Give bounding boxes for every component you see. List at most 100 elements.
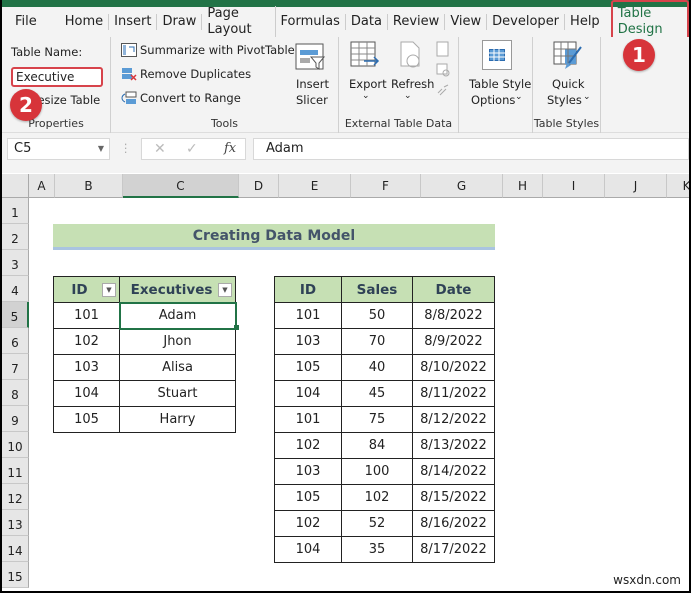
quick-styles-label-2[interactable]: Styles <box>547 93 582 107</box>
tab-help[interactable]: Help <box>565 14 605 30</box>
cell-executive[interactable]: Jhon <box>119 328 236 355</box>
header-id[interactable]: ID ▼ <box>53 276 120 303</box>
cell-id[interactable]: 101 <box>53 302 120 329</box>
tab-home[interactable]: Home <box>60 14 110 30</box>
cell-sales[interactable]: 50 <box>341 302 413 329</box>
table-name-input[interactable]: Executive <box>11 67 103 87</box>
refresh-button[interactable]: Refresh <box>391 77 434 91</box>
cell-id[interactable]: 102 <box>53 328 120 355</box>
remove-duplicates-button[interactable]: Remove Duplicates <box>140 67 251 81</box>
cell-sales[interactable]: 35 <box>341 536 413 563</box>
cell-id[interactable]: 105 <box>274 484 342 511</box>
cell-sales[interactable]: 102 <box>341 484 413 511</box>
row-header-8[interactable]: 8 <box>2 380 29 406</box>
cell-id[interactable]: 103 <box>274 458 342 485</box>
header-date[interactable]: Date <box>412 276 495 303</box>
cell-sales[interactable]: 40 <box>341 354 413 381</box>
filter-dropdown-icon[interactable]: ▼ <box>218 283 232 297</box>
row-header-10[interactable]: 10 <box>2 432 29 458</box>
cell-date[interactable]: 8/14/2022 <box>412 458 495 485</box>
row-header-6[interactable]: 6 <box>2 328 29 354</box>
cell-sales[interactable]: 75 <box>341 406 413 433</box>
cell-date[interactable]: 8/12/2022 <box>412 406 495 433</box>
filter-dropdown-icon[interactable]: ▼ <box>102 283 116 297</box>
insert-slicer-label-2[interactable]: Slicer <box>296 93 328 107</box>
column-header-f[interactable]: F <box>351 174 421 198</box>
cell-date[interactable]: 8/17/2022 <box>412 536 495 563</box>
tab-view[interactable]: View <box>445 14 488 30</box>
cell-id[interactable]: 104 <box>53 380 120 407</box>
properties-icon[interactable] <box>436 41 450 57</box>
tab-data[interactable]: Data <box>346 14 388 30</box>
insert-function-icon[interactable]: fx <box>224 141 236 156</box>
cell-date[interactable]: 8/15/2022 <box>412 484 495 511</box>
cell-date[interactable]: 8/11/2022 <box>412 380 495 407</box>
cell-date[interactable]: 8/10/2022 <box>412 354 495 381</box>
unlink-icon[interactable] <box>436 83 450 97</box>
cell-executive[interactable]: Adam <box>118 301 237 330</box>
cell-id[interactable]: 105 <box>53 406 120 433</box>
header-executives[interactable]: Executives ▼ <box>119 276 236 303</box>
sheet-title[interactable]: Creating Data Model <box>53 224 495 250</box>
column-header-i[interactable]: I <box>543 174 605 198</box>
row-header-1[interactable]: 1 <box>2 198 29 224</box>
cell-id[interactable]: 102 <box>274 432 342 459</box>
column-header-g[interactable]: G <box>421 174 503 198</box>
cell-sales[interactable]: 84 <box>341 432 413 459</box>
column-header-e[interactable]: E <box>279 174 351 198</box>
export-dropdown-icon[interactable]: ⌄ <box>362 91 370 101</box>
name-box[interactable]: C5 ▼ <box>7 138 110 160</box>
row-header-4[interactable]: 4 <box>2 276 29 302</box>
cancel-icon[interactable]: ✕ <box>154 141 166 157</box>
row-header-11[interactable]: 11 <box>2 458 29 484</box>
cell-sales[interactable]: 100 <box>341 458 413 485</box>
row-header-13[interactable]: 13 <box>2 510 29 536</box>
tab-developer[interactable]: Developer <box>487 14 566 30</box>
cell-id[interactable]: 103 <box>53 354 120 381</box>
cell-id[interactable]: 104 <box>274 536 342 563</box>
tab-insert[interactable]: Insert <box>109 14 158 30</box>
tab-formulas[interactable]: Formulas <box>276 14 346 30</box>
tab-review[interactable]: Review <box>388 14 446 30</box>
convert-to-range-button[interactable]: Convert to Range <box>140 91 241 105</box>
export-button[interactable]: Export <box>349 77 387 91</box>
row-header-5[interactable]: 5 <box>2 302 29 328</box>
column-header-c[interactable]: C <box>123 174 239 198</box>
tab-file[interactable]: File <box>10 14 42 30</box>
select-all-corner[interactable] <box>2 174 29 198</box>
table-style-options-label-2[interactable]: Options <box>471 93 515 107</box>
row-header-15[interactable]: 15 <box>2 562 29 588</box>
cell-date[interactable]: 8/9/2022 <box>412 328 495 355</box>
cell-date[interactable]: 8/13/2022 <box>412 432 495 459</box>
row-header-2[interactable]: 2 <box>2 224 29 250</box>
formula-input[interactable]: Adam <box>253 138 689 160</box>
row-header-12[interactable]: 12 <box>2 484 29 510</box>
cell-date[interactable]: 8/16/2022 <box>412 510 495 537</box>
cell-executive[interactable]: Stuart <box>119 380 236 407</box>
column-header-a[interactable]: A <box>29 174 55 198</box>
cell-id[interactable]: 101 <box>274 302 342 329</box>
tab-draw[interactable]: Draw <box>157 14 203 30</box>
cell-sales[interactable]: 45 <box>341 380 413 407</box>
table-style-options-label-1[interactable]: Table Style <box>469 77 531 91</box>
cell-sales[interactable]: 52 <box>341 510 413 537</box>
cell-sales[interactable]: 70 <box>341 328 413 355</box>
quick-styles-dropdown-icon[interactable]: ⌄ <box>583 92 591 102</box>
row-header-14[interactable]: 14 <box>2 536 29 562</box>
tab-page-layout[interactable]: Page Layout <box>202 6 276 38</box>
refresh-dropdown-icon[interactable]: ⌄ <box>404 91 412 101</box>
quick-styles-label-1[interactable]: Quick <box>552 77 585 91</box>
insert-slicer-label-1[interactable]: Insert <box>296 77 329 91</box>
cell-id[interactable]: 101 <box>274 406 342 433</box>
cell-executive[interactable]: Alisa <box>119 354 236 381</box>
row-header-7[interactable]: 7 <box>2 354 29 380</box>
header-sales[interactable]: Sales <box>341 276 413 303</box>
cell-id[interactable]: 104 <box>274 380 342 407</box>
cell-executive[interactable]: Harry <box>119 406 236 433</box>
name-box-dropdown-icon[interactable]: ▼ <box>98 139 104 159</box>
column-header-b[interactable]: B <box>55 174 123 198</box>
formula-bar-grip-icon[interactable]: ⋮ <box>120 141 132 155</box>
cell-id[interactable]: 105 <box>274 354 342 381</box>
table-style-options-dropdown-icon[interactable]: ⌄ <box>515 92 523 102</box>
column-header-d[interactable]: D <box>239 174 279 198</box>
